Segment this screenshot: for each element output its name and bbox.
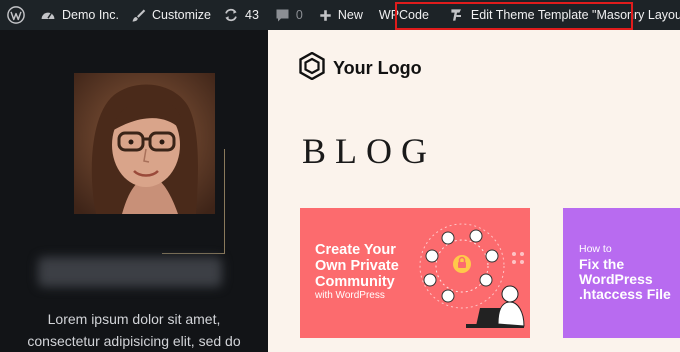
wpcode-label: WPCode (378, 8, 429, 22)
wpcode-menu[interactable]: WPCode (373, 0, 435, 30)
comments-count: 0 (295, 8, 303, 22)
author-bio: Lorem ipsum dolor sit amet, consectetur … (27, 311, 241, 349)
card-subtitle: with WordPress (315, 290, 385, 301)
author-name-blurred (38, 257, 222, 287)
main-content: Your Logo BLOG Create Your Own Private C… (268, 30, 680, 352)
card-pretitle: How to (579, 243, 612, 255)
site-logo[interactable]: Your Logo (299, 51, 422, 85)
customize-link[interactable]: Customize (125, 0, 217, 30)
photo-frame-line-vertical (224, 149, 225, 254)
new-label: New (337, 8, 363, 22)
wordpress-logo-icon (7, 6, 25, 24)
updates-count: 43 (245, 8, 259, 22)
template-editor-icon (449, 7, 465, 23)
site-name-menu[interactable]: Demo Inc. (34, 0, 125, 30)
comments-link[interactable]: 0 (269, 0, 309, 30)
edit-template-label: Edit Theme Template "Masonry Layout 01" (470, 8, 680, 22)
hexagon-logo-icon (299, 51, 325, 85)
page-title: BLOG (302, 131, 436, 171)
edit-theme-template-link[interactable]: Edit Theme Template "Masonry Layout 01" (443, 0, 680, 30)
updates-link[interactable]: 43 (217, 0, 265, 30)
community-illustration (419, 223, 525, 328)
comment-bubble-icon (275, 8, 290, 23)
plus-icon (319, 9, 332, 22)
new-content-menu[interactable]: New (313, 0, 369, 30)
card-title: Create Your Own Private Community (315, 242, 399, 290)
blog-card[interactable]: Create Your Own Private Community with W… (300, 208, 530, 338)
dashboard-icon (40, 7, 56, 23)
customize-label: Customize (151, 8, 212, 22)
site-name-label: Demo Inc. (62, 8, 119, 22)
paintbrush-icon (131, 8, 146, 23)
author-photo (74, 73, 215, 214)
photo-frame-line-horizontal (162, 253, 225, 254)
logo-text: Your Logo (333, 58, 422, 78)
admin-bar: Demo Inc. Customize 43 0 New WPCode Edit… (0, 0, 680, 30)
card-title: Fix the WordPress .htaccess File (579, 256, 671, 302)
wordpress-menu[interactable] (0, 0, 34, 30)
updates-refresh-icon (223, 7, 239, 23)
author-sidebar: Lorem ipsum dolor sit amet, consectetur … (0, 30, 268, 352)
blog-card[interactable]: How to Fix the WordPress .htaccess File (563, 208, 680, 338)
